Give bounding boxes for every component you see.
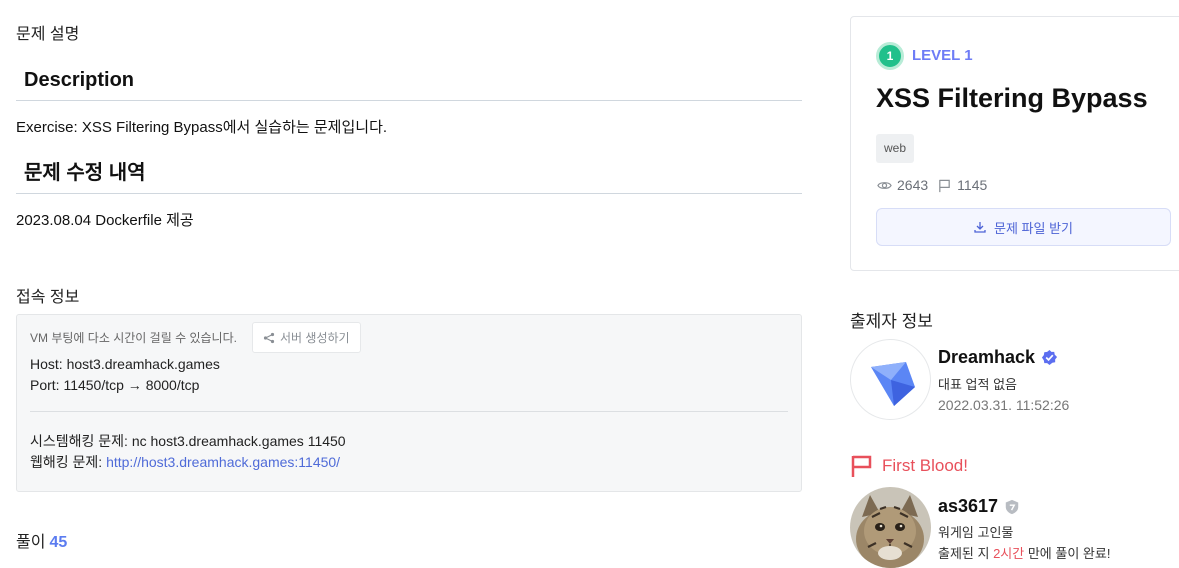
first-blood-heading: First Blood! <box>850 454 968 478</box>
eye-icon <box>877 181 892 189</box>
divider <box>30 411 788 412</box>
level-label: LEVEL 1 <box>912 47 973 64</box>
flag-icon <box>851 455 872 477</box>
shield-rank-icon <box>1005 499 1019 514</box>
web-hacking-link[interactable]: http://host3.dreamhack.games:11450/ <box>106 454 340 470</box>
web-hacking-prefix: 웹해킹 문제: <box>30 454 107 470</box>
connection-info-box: VM 부팅에 다소 시간이 걸릴 수 있습니다. 서버 생성하기 Host: h… <box>16 314 802 492</box>
author-date: 2022.03.31. 11:52:26 <box>938 397 1070 413</box>
first-blood-username: as3617 <box>938 496 999 516</box>
solutions-count: 45 <box>49 534 68 551</box>
flag-icon <box>939 179 950 192</box>
download-files-button[interactable]: 문제 파일 받기 <box>876 208 1171 246</box>
connection-section-label: 접속 정보 <box>16 289 80 306</box>
solve-count: 1145 <box>957 177 988 193</box>
share-icon <box>263 332 275 343</box>
author-heading: 출제자 정보 <box>850 312 933 331</box>
vm-boot-note: VM 부팅에 다소 시간이 걸릴 수 있습니다. <box>30 331 237 345</box>
challenge-stats: 2643 1145 <box>877 177 987 193</box>
description-heading: Description <box>16 66 802 101</box>
category-tag[interactable]: web <box>876 134 915 163</box>
author-name[interactable]: Dreamhack <box>938 347 1058 368</box>
first-blood-time-highlight: 2시간 <box>993 546 1025 561</box>
system-hacking-line: 시스템해킹 문제: nc host3.dreamhack.games 11450 <box>30 433 346 449</box>
download-files-label: 문제 파일 받기 <box>994 220 1073 236</box>
generate-server-button[interactable]: 서버 생성하기 <box>252 322 361 353</box>
first-blood-user[interactable]: as3617 <box>938 496 1020 517</box>
verified-badge-icon <box>1042 349 1058 366</box>
first-blood-time: 출제된 지 2시간 만에 풀이 완료! <box>938 543 1110 562</box>
challenge-title: XSS Filtering Bypass <box>876 83 1148 113</box>
view-count: 2643 <box>897 177 929 193</box>
first-blood-text: First Blood! <box>882 456 968 475</box>
generate-server-label: 서버 생성하기 <box>280 331 350 345</box>
level-badge: 1 <box>876 42 904 70</box>
cat-avatar-image <box>850 487 931 568</box>
solutions-label: 풀이 <box>16 534 46 551</box>
modification-text: 2023.08.04 Dockerfile 제공 <box>16 212 194 229</box>
problem-section-label: 문제 설명 <box>16 26 80 43</box>
solutions-heading: 풀이 45 <box>16 528 67 552</box>
download-icon <box>974 222 986 233</box>
description-text: Exercise: XSS Filtering Bypass에서 실습하는 문제… <box>16 119 388 136</box>
first-blood-title: 워게임 고인물 <box>938 525 1014 540</box>
first-blood-time-suffix: 만에 풀이 완료! <box>1024 546 1111 561</box>
author-achievement: 대표 업적 없음 <box>938 377 1017 392</box>
challenge-card: 1 LEVEL 1 XSS Filtering Bypass web 2643 … <box>850 16 1179 271</box>
host-line: Host: host3.dreamhack.games <box>30 356 220 372</box>
modification-heading: 문제 수정 내역 <box>16 159 802 194</box>
author-name-text: Dreamhack <box>938 347 1036 367</box>
avatar[interactable] <box>850 339 931 420</box>
port-line: Port: 11450/tcp → 8000/tcp <box>30 377 200 393</box>
avatar[interactable] <box>850 487 931 568</box>
web-hacking-line: 웹해킹 문제: http://host3.dreamhack.games:114… <box>30 452 340 472</box>
first-blood-time-prefix: 출제된 지 <box>938 546 994 561</box>
dreamhack-logo-icon <box>871 362 915 406</box>
